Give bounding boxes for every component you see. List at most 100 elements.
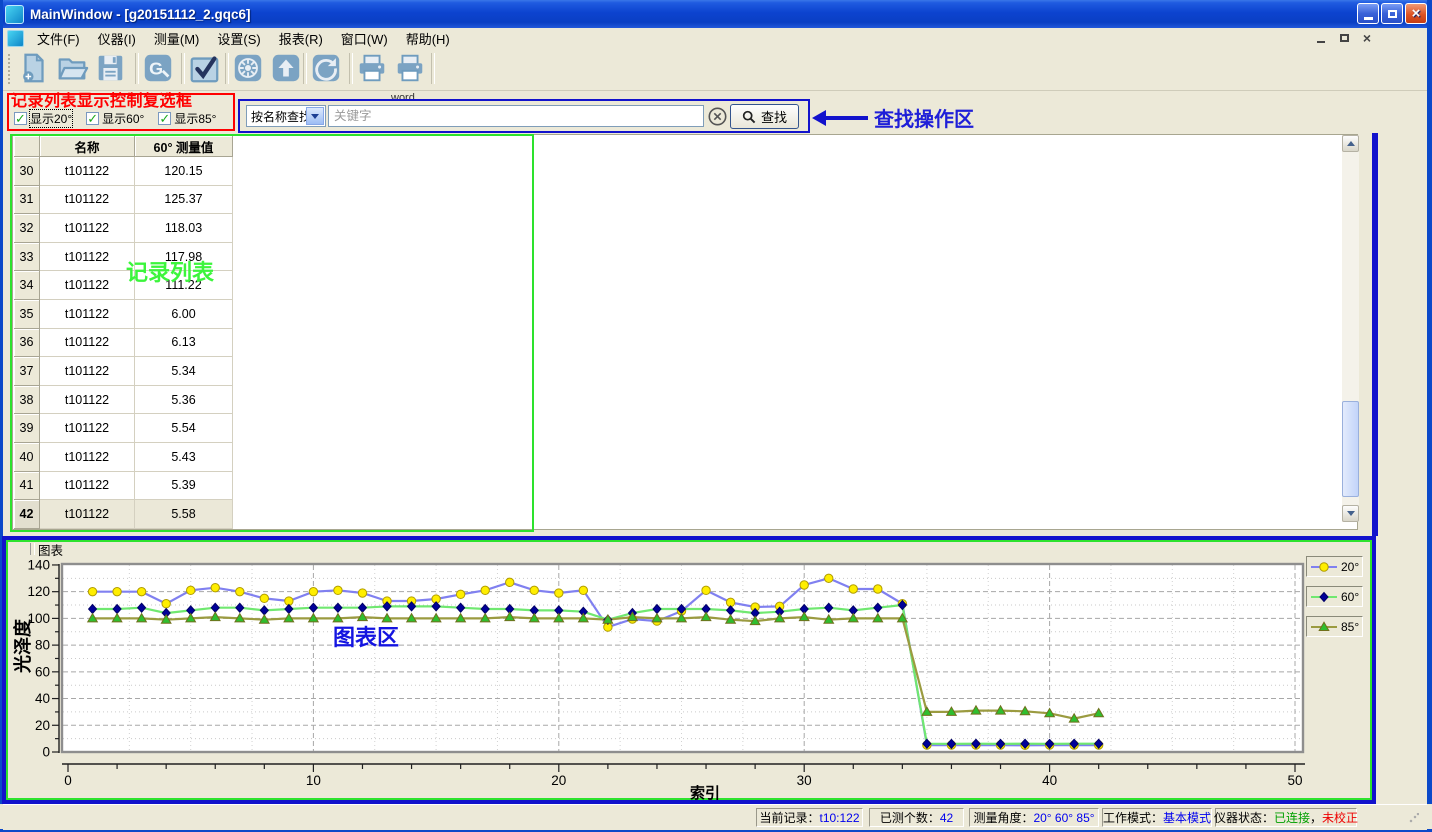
search-input[interactable] [328,105,704,127]
upload-icon[interactable] [269,51,305,87]
menu-item[interactable]: 仪器(I) [89,30,145,49]
chevron-down-icon [311,114,319,119]
svg-text:50: 50 [1287,773,1302,788]
search-type-dropdown[interactable]: 按名称查找 [246,105,326,127]
menu-item[interactable]: 窗口(W) [332,30,397,49]
triangle-down-icon [1347,511,1355,516]
status-label: 当前记录： [759,809,819,826]
y-axis-title: 光泽度 [9,601,29,691]
triangle-marker-icon [1309,620,1339,634]
legend-item[interactable]: 20° [1306,556,1363,577]
menu-item[interactable]: 测量(M) [145,30,209,49]
circle-x-icon [707,106,728,127]
filter-checkbox-item[interactable]: ✓显示20° [14,110,72,127]
filter-label: 显示85° [174,110,216,127]
minimize-icon [1364,17,1373,20]
legend-item[interactable]: 60° [1306,586,1363,607]
svg-text:10: 10 [306,773,321,788]
menu-item[interactable]: 帮助(H) [397,30,459,49]
window-border-right [1427,0,1432,804]
find-button[interactable]: 查找 [730,104,799,129]
status-label: 已测个数： [880,809,940,826]
mdi-restore-icon [1340,34,1349,42]
filter-checkbox-item[interactable]: ✓显示85° [158,110,216,127]
status-value: 20° 60° 85° [1033,811,1094,825]
checkbox-annotation-text: 记录列表显示控制复选框 [11,93,193,110]
toolbar-grip[interactable] [8,54,13,84]
magnifier-icon [742,110,756,124]
svg-text:30: 30 [797,773,812,788]
minimize-button[interactable] [1357,3,1379,24]
check-confirm-icon[interactable] [187,51,223,87]
status-label: 工作模式： [1103,809,1163,826]
resize-grip-icon[interactable] [1409,813,1419,823]
status-panel: 仪器状态：已连接，未校正 [1215,808,1357,827]
chart-plot: 02040608010012014001020304050 [8,542,1368,798]
legend-label: 85° [1341,620,1359,634]
mdi-minimize-button[interactable] [1313,30,1329,45]
filter-label: 显示60° [102,110,144,127]
status-label: 仪器状态： [1214,809,1274,826]
mdi-restore-button[interactable] [1336,30,1352,45]
open-folder-icon[interactable] [55,51,91,87]
toolbar-separator [181,53,185,84]
annotation-line-right [1372,133,1378,536]
close-icon: × [1412,6,1421,21]
toolbar-separator [225,53,229,84]
sync-icon[interactable] [309,51,345,87]
gear-icon[interactable] [231,51,267,87]
scroll-down-button[interactable] [1342,505,1359,522]
print-word-icon[interactable] [393,51,429,87]
mdi-close-icon: × [1363,31,1371,45]
table-annotation-box [10,134,534,532]
mdi-window-controls: × [1313,30,1375,45]
app-icon [5,5,24,24]
status-label: 测量角度： [973,809,1033,826]
status-value: 42 [940,811,953,825]
status-bar: 当前记录：t10:122已测个数：42测量角度：20° 60° 85°工作模式：… [3,804,1427,830]
angle-display-filters: ✓显示20°✓显示60°✓显示85° [14,110,230,127]
find-button-label: 查找 [761,107,787,126]
scroll-up-button[interactable] [1342,135,1359,152]
search-type-value: 按名称查找 [251,108,311,125]
report-g-icon[interactable]: G [141,51,177,87]
filter-label: 显示20° [30,110,72,127]
menu-item[interactable]: 设置(S) [208,30,269,49]
menu-item[interactable]: 文件(F) [28,30,89,49]
clear-search-button[interactable] [707,106,728,127]
svg-text:80: 80 [35,638,50,653]
status-value: 未校正 [1322,809,1358,826]
checkbox-icon[interactable]: ✓ [158,112,171,125]
x-axis-title: 索引 [665,782,745,803]
status-panel: 测量角度：20° 60° 85° [969,808,1099,827]
checkbox-icon[interactable]: ✓ [14,112,27,125]
filter-checkbox-item[interactable]: ✓显示60° [86,110,144,127]
dropdown-button[interactable] [306,107,324,125]
svg-text:40: 40 [1042,773,1057,788]
status-panel: 当前记录：t10:122 [756,808,863,827]
restore-button[interactable] [1381,3,1403,24]
chart-annotation-text: 图表区 [333,620,399,652]
status-panel: 工作模式：基本模式 [1102,808,1212,827]
window-title: MainWindow - [g20151112_2.gqc6] [30,7,250,22]
new-file-icon[interactable] [17,51,53,87]
close-button[interactable]: × [1405,3,1427,24]
annotation-arrow-line [824,116,868,120]
menu-item[interactable]: 报表(R) [270,30,332,49]
save-icon[interactable] [93,51,129,87]
document-icon [7,30,24,47]
toolbar: word G [3,48,1427,91]
scrollbar-thumb[interactable] [1342,401,1359,497]
legend-item[interactable]: 85° [1306,616,1363,637]
svg-text:G: G [149,59,163,79]
table-annotation-text: 记录列表 [126,255,214,287]
mdi-close-button[interactable]: × [1359,30,1375,45]
toolbar-separator [349,53,353,84]
status-value: ， [1310,809,1322,826]
print-icon[interactable] [355,51,391,87]
menu-items: 文件(F)仪器(I)测量(M)设置(S)报表(R)窗口(W)帮助(H) [28,29,459,48]
checkbox-icon[interactable]: ✓ [86,112,99,125]
restore-icon [1388,10,1397,18]
legend-label: 20° [1341,560,1359,574]
vertical-scrollbar[interactable] [1342,135,1359,522]
